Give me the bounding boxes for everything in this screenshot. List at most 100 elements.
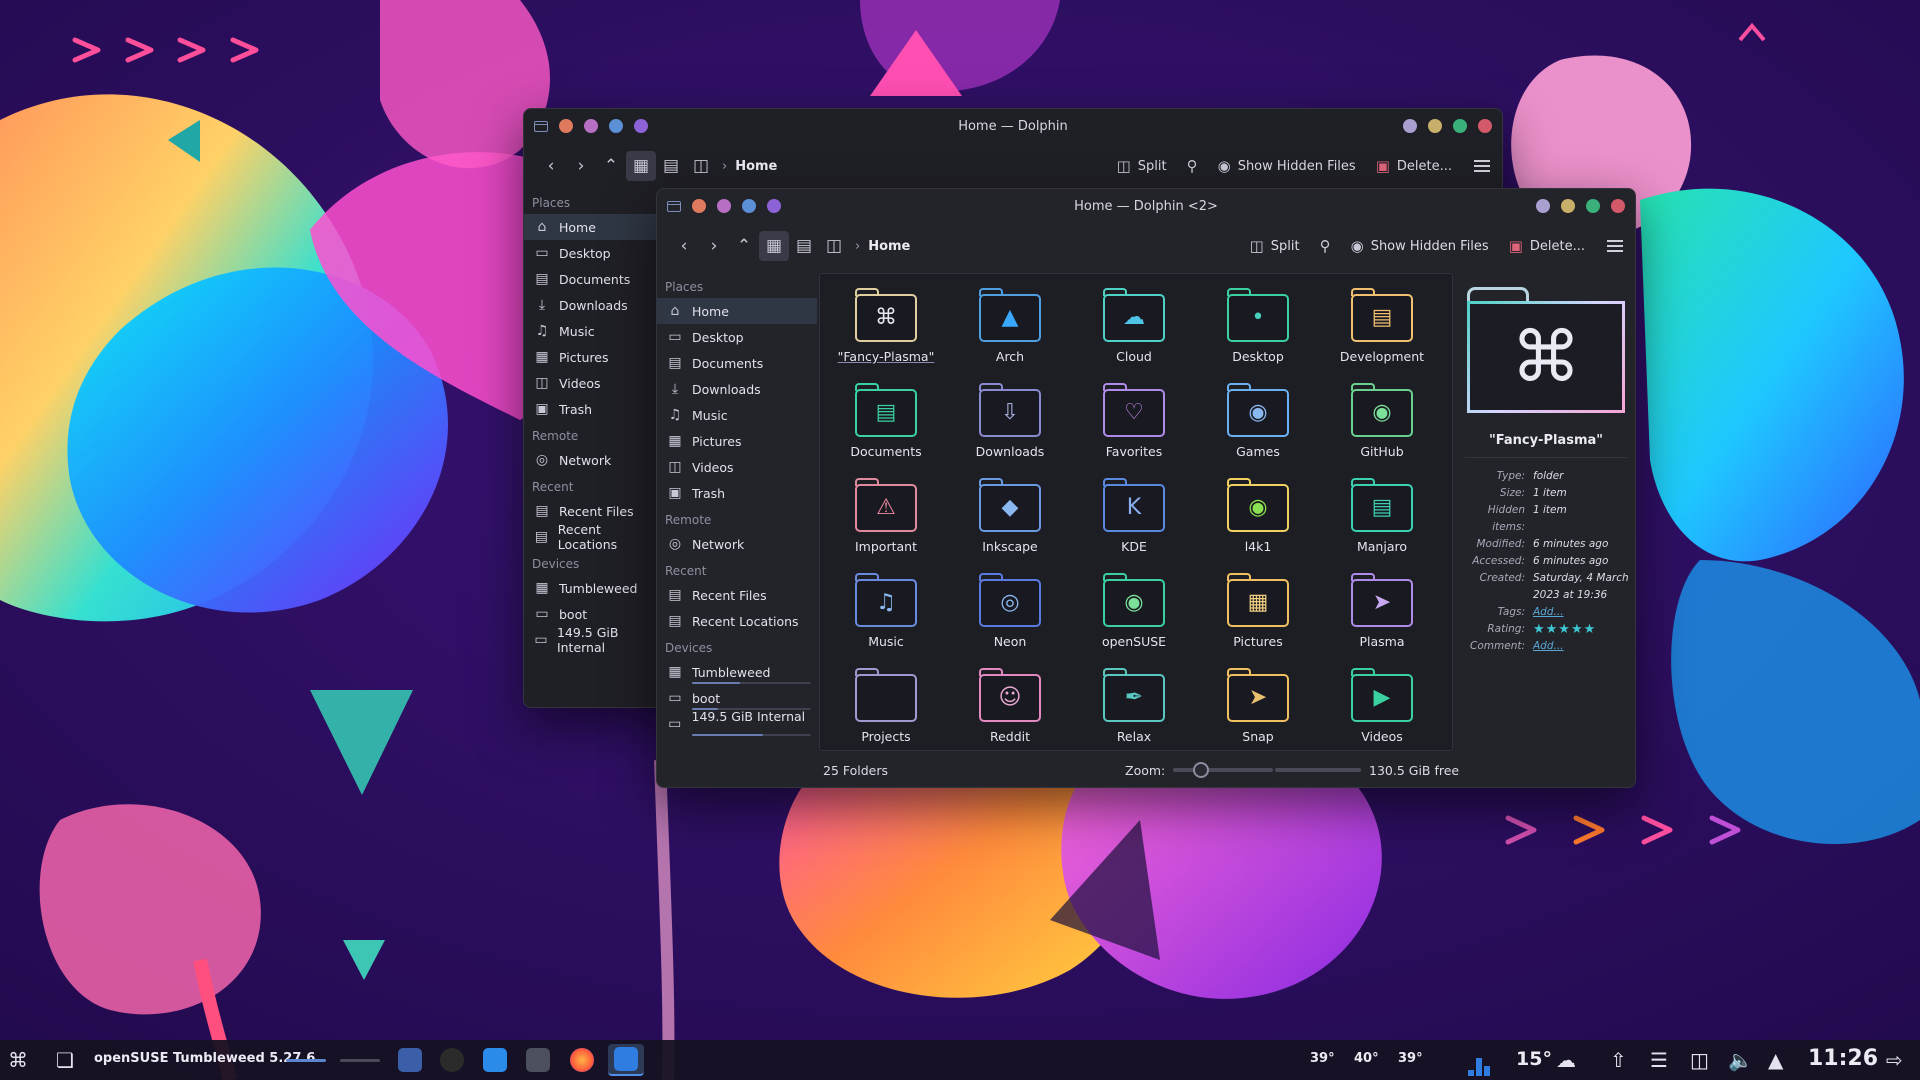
folder-item[interactable]: ⇩ Downloads — [948, 373, 1072, 468]
taskbar-app-inkscape[interactable] — [434, 1044, 470, 1076]
sidebar-item-tumbleweed[interactable]: ▦ Tumbleweed — [657, 659, 817, 685]
details-view-icon[interactable]: ◫ — [686, 151, 716, 181]
sidebar-item-trash[interactable]: ▣ Trash — [657, 480, 817, 506]
sidebar-item-downloads[interactable]: ⤓ Downloads — [657, 376, 817, 402]
pin-dot-icon[interactable] — [584, 119, 598, 133]
file-view[interactable]: ⌘ "Fancy-Plasma" ▲ Arch ☁ Cloud • Deskto… — [819, 273, 1453, 751]
peek-desktop-icon[interactable]: ⇨ — [1886, 1048, 1903, 1072]
close-window-dot-icon[interactable] — [1611, 199, 1625, 213]
close-dot-icon[interactable] — [692, 199, 706, 213]
folder-item[interactable]: ◉ l4k1 — [1196, 468, 1320, 563]
taskbar-app-settings[interactable] — [520, 1044, 556, 1076]
folder-item[interactable]: ♫ Music — [824, 563, 948, 658]
sidebar-item-boot[interactable]: ▭ boot — [657, 685, 817, 711]
tray-expand-icon[interactable]: ▲ — [1768, 1048, 1783, 1072]
pager-desktop-2[interactable] — [340, 1059, 380, 1062]
folder-item[interactable]: ⚠ Important — [824, 468, 948, 563]
pager-desktop-1[interactable] — [286, 1059, 326, 1062]
folder-item[interactable]: ☺ Reddit — [948, 658, 1072, 753]
minimize-dot-icon[interactable] — [1561, 199, 1575, 213]
dolphin-window-front[interactable]: Home — Dolphin <2> ‹ › ⌃ ▦ ▤ ◫ › Home ◫ S… — [656, 188, 1636, 788]
folder-item[interactable]: ▦ Pictures — [1196, 563, 1320, 658]
sidebar-item-149-5-gib-internal[interactable]: ▭ 149.5 GiB Internal — [524, 625, 656, 655]
folder-item[interactable]: ▤ Documents — [824, 373, 948, 468]
hamburger-menu-icon[interactable] — [1607, 240, 1623, 252]
search-button[interactable]: ⚲ — [1320, 237, 1331, 255]
window-menu-icon[interactable] — [667, 200, 681, 212]
overview-icon[interactable]: ❏ — [56, 1048, 74, 1072]
titlebar[interactable]: Home — Dolphin <2> — [657, 189, 1635, 223]
sidebar-item-music[interactable]: ♫ Music — [657, 402, 817, 428]
sidebar-item-recent-locations[interactable]: ▤ Recent Locations — [657, 608, 817, 634]
compact-view-icon[interactable]: ▤ — [656, 151, 686, 181]
shade-dot-icon[interactable] — [767, 199, 781, 213]
show-hidden-button[interactable]: ◉ Show Hidden Files — [1218, 157, 1356, 175]
split-button[interactable]: ◫ Split — [1117, 157, 1167, 175]
sidebar-item-tumbleweed[interactable]: ▦ Tumbleweed — [524, 575, 656, 601]
sidebar-item-home[interactable]: ⌂ Home — [524, 214, 656, 240]
sidebar-item-recent-files[interactable]: ▤ Recent Files — [657, 582, 817, 608]
weather-temp[interactable]: 15° — [1516, 1048, 1552, 1070]
sidebar-item-home[interactable]: ⌂ Home — [657, 298, 817, 324]
updates-icon[interactable]: ⇧ — [1610, 1048, 1627, 1072]
sidebar-item-documents[interactable]: ▤ Documents — [524, 266, 656, 292]
sidebar-item-network[interactable]: ◎ Network — [657, 531, 817, 557]
maximize-dot-icon[interactable] — [1453, 119, 1467, 133]
sidebar-item-videos[interactable]: ◫ Videos — [524, 370, 656, 396]
search-button[interactable]: ⚲ — [1187, 157, 1198, 175]
show-hidden-button[interactable]: ◉ Show Hidden Files — [1351, 237, 1489, 255]
sidebar-item-boot[interactable]: ▭ boot — [524, 601, 656, 627]
compact-view-icon[interactable]: ▤ — [789, 231, 819, 261]
clock[interactable]: 11:26 — [1808, 1046, 1878, 1071]
delete-button[interactable]: ▣ Delete... — [1509, 237, 1585, 255]
icons-view-icon[interactable]: ▦ — [759, 231, 789, 261]
folder-item[interactable]: ➤ Snap — [1196, 658, 1320, 753]
split-button[interactable]: ◫ Split — [1250, 237, 1300, 255]
sidebar-item-149-5-gib-internal[interactable]: ▭ 149.5 GiB Internal ... — [657, 709, 817, 739]
breadcrumb[interactable]: Home — [735, 159, 777, 174]
sidebar-item-pictures[interactable]: ▦ Pictures — [524, 344, 656, 370]
forward-arrow-icon[interactable]: › — [699, 231, 729, 261]
add-tags-link[interactable]: Add... — [1533, 604, 1629, 621]
activity-name[interactable]: openSUSE Tumbleweed 5.27.6 — [94, 1051, 315, 1066]
sidebar-item-music[interactable]: ♫ Music — [524, 318, 656, 344]
folder-item[interactable]: ◉ openSUSE — [1072, 563, 1196, 658]
add-comment-link[interactable]: Add... — [1533, 638, 1629, 655]
forward-arrow-icon[interactable]: › — [566, 151, 596, 181]
folder-item[interactable]: ♡ Favorites — [1072, 373, 1196, 468]
folder-item[interactable]: • Desktop — [1196, 278, 1320, 373]
back-arrow-icon[interactable]: ‹ — [536, 151, 566, 181]
delete-button[interactable]: ▣ Delete... — [1376, 157, 1452, 175]
sidebar-item-recent-files[interactable]: ▤ Recent Files — [524, 498, 656, 524]
back-arrow-icon[interactable]: ‹ — [669, 231, 699, 261]
taskbar-app-window[interactable] — [392, 1044, 428, 1076]
breadcrumb[interactable]: Home — [868, 239, 910, 254]
volume-icon[interactable]: 🔈 — [1728, 1048, 1753, 1072]
weather-rain-icon[interactable]: ☁ — [1556, 1048, 1576, 1072]
folder-item[interactable]: ◎ Neon — [948, 563, 1072, 658]
window-menu-icon[interactable] — [534, 120, 548, 132]
folder-item[interactable]: ▲ Arch — [948, 278, 1072, 373]
up-arrow-icon[interactable]: ⌃ — [596, 151, 626, 181]
folder-item[interactable]: ▶ Videos — [1320, 658, 1444, 753]
sidebar-item-documents[interactable]: ▤ Documents — [657, 350, 817, 376]
close-window-dot-icon[interactable] — [1478, 119, 1492, 133]
zoom-slider[interactable] — [1173, 762, 1274, 778]
icons-view-icon[interactable]: ▦ — [626, 151, 656, 181]
folder-item[interactable]: Projects — [824, 658, 948, 753]
pin-dot-icon[interactable] — [717, 199, 731, 213]
folder-item[interactable]: ◆ Inkscape — [948, 468, 1072, 563]
sidebar-item-downloads[interactable]: ⤓ Downloads — [524, 292, 656, 318]
rating-stars[interactable]: ★★★★★ — [1533, 621, 1629, 638]
folder-item[interactable]: ▤ Manjaro — [1320, 468, 1444, 563]
app-launcher-icon[interactable]: ⌘ — [8, 1048, 28, 1072]
taskbar-app-firefox[interactable] — [564, 1044, 600, 1076]
maximize-dot-icon[interactable] — [1586, 199, 1600, 213]
sidebar-item-desktop[interactable]: ▭ Desktop — [524, 240, 656, 266]
titlebar[interactable]: Home — Dolphin — [524, 109, 1502, 143]
sidebar-item-desktop[interactable]: ▭ Desktop — [657, 324, 817, 350]
zoom-slider-handle[interactable] — [1193, 762, 1210, 778]
sidebar-item-videos[interactable]: ◫ Videos — [657, 454, 817, 480]
folder-item[interactable]: ◉ GitHub — [1320, 373, 1444, 468]
folder-item[interactable]: K KDE — [1072, 468, 1196, 563]
